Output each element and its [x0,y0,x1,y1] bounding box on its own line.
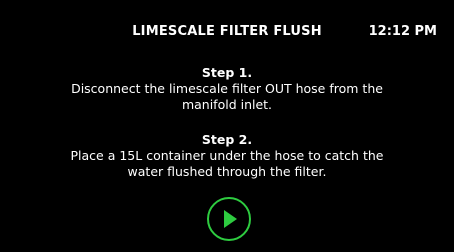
play-icon [224,210,237,228]
flush-screen: LIMESCALE FILTER FLUSH 12:12 PM Step 1. … [0,0,454,252]
step-1-title: Step 1. [201,65,253,80]
step-1: Step 1. Disconnect the limescale filter … [0,65,454,113]
step-2-title: Step 2. [201,132,253,147]
step-2: Step 2. Place a 15L container under the … [0,132,454,180]
step-2-text: Place a 15L container under the hose to … [70,148,384,179]
step-1-text: Disconnect the limescale filter OUT hose… [71,81,383,112]
clock: 12:12 PM [368,24,437,39]
play-button[interactable] [207,197,251,241]
